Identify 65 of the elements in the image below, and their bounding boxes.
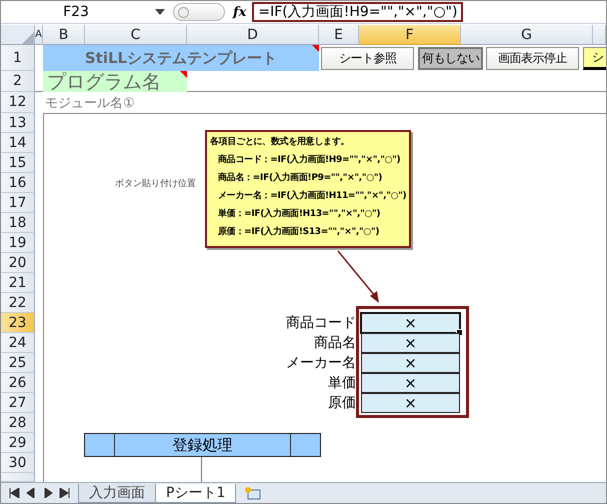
field-label: 商品名 (314, 334, 357, 353)
comment-line: 原価：=IF(入力画面!S13="","×","○") (218, 226, 380, 239)
column-header[interactable]: D (187, 25, 319, 45)
row-header[interactable]: 27 (1, 393, 35, 413)
check-cell[interactable]: × (361, 333, 460, 353)
module-name: モジュール名① (44, 94, 136, 112)
comment-line: 単価：=IF(入力画面!H13="","×","○") (218, 208, 380, 221)
row-header[interactable]: 30 (1, 453, 35, 473)
program-name-cell: プログラム名 (43, 71, 187, 92)
field-label: 商品コード (286, 314, 357, 333)
row-header[interactable]: 21 (1, 273, 35, 293)
check-cell[interactable]: × (361, 313, 460, 333)
row-header[interactable]: 28 (1, 413, 35, 433)
row-header[interactable]: 20 (1, 253, 35, 273)
row-header[interactable]: 13 (1, 113, 35, 133)
sheet-tab[interactable]: 入力画面 (78, 484, 156, 502)
name-box[interactable]: F23 (1, 2, 151, 22)
row-header[interactable]: 24 (1, 333, 35, 353)
row-header[interactable]: 16 (1, 173, 35, 193)
macro-button[interactable]: 画面表示停止 (486, 47, 579, 70)
formula-field[interactable]: =IF(入力画面!H9="","×","○") (252, 2, 464, 22)
comment-line: 各項目ごとに、数式を用意します。 (210, 136, 350, 149)
previous-sheet-icon[interactable] (25, 488, 37, 498)
caret-icon[interactable] (155, 9, 165, 15)
insert-function-button[interactable]: fx (231, 4, 248, 20)
button-area-note: ボタン貼り付け位置 (115, 178, 196, 190)
row-header[interactable]: 15 (1, 153, 35, 173)
row-header[interactable]: 22 (1, 293, 35, 313)
field-label: 単価 (328, 374, 357, 393)
sheet-tab[interactable]: Pシート1 (155, 484, 236, 502)
check-cell[interactable]: × (361, 353, 460, 373)
row-header[interactable]: 2 (1, 71, 35, 92)
row-header[interactable]: 25 (1, 353, 35, 373)
comment-line: メーカー名：=IF(入力画面!H11="","×","○") (218, 190, 406, 203)
row-header[interactable]: 29 (1, 433, 35, 453)
column-header[interactable]: A (35, 25, 43, 45)
column-header[interactable]: C (85, 25, 187, 45)
comment-marker-icon (180, 71, 187, 78)
macro-button[interactable]: 何もしない (418, 47, 483, 70)
column-header[interactable]: F (359, 25, 461, 45)
comment-line: 商品コード：=IF(入力画面!H9="","×","○") (218, 154, 400, 167)
row-header[interactable]: 1 (1, 45, 35, 71)
register-button[interactable]: 登録処理 (84, 433, 321, 457)
title-cell: StiLLシステムテンプレート (43, 45, 319, 71)
field-label: 原価 (328, 394, 357, 413)
row-header[interactable]: 14 (1, 133, 35, 153)
row-header[interactable]: 19 (1, 233, 35, 253)
check-cell[interactable]: × (361, 393, 460, 413)
row-header[interactable]: 26 (1, 373, 35, 393)
row-header[interactable]: 12 (1, 92, 35, 113)
macro-button[interactable]: シ (583, 47, 606, 70)
row-header[interactable]: 17 (1, 193, 35, 213)
macro-button[interactable]: シート参照 (321, 47, 414, 70)
next-sheet-icon[interactable] (42, 488, 54, 498)
column-header[interactable]: B (43, 25, 85, 45)
field-label: メーカー名 (286, 354, 357, 373)
splitter-handle[interactable] (173, 3, 225, 21)
row-header[interactable]: 18 (1, 213, 35, 233)
column-header[interactable]: G (461, 25, 593, 45)
check-cell[interactable]: × (361, 373, 460, 393)
comment-line: 商品名：=IF(入力画面!P9="","×","○") (218, 172, 382, 185)
first-sheet-icon[interactable] (8, 488, 20, 498)
row-header[interactable]: 23 (1, 313, 35, 333)
last-sheet-icon[interactable] (59, 488, 71, 498)
column-header[interactable]: E (319, 25, 359, 45)
